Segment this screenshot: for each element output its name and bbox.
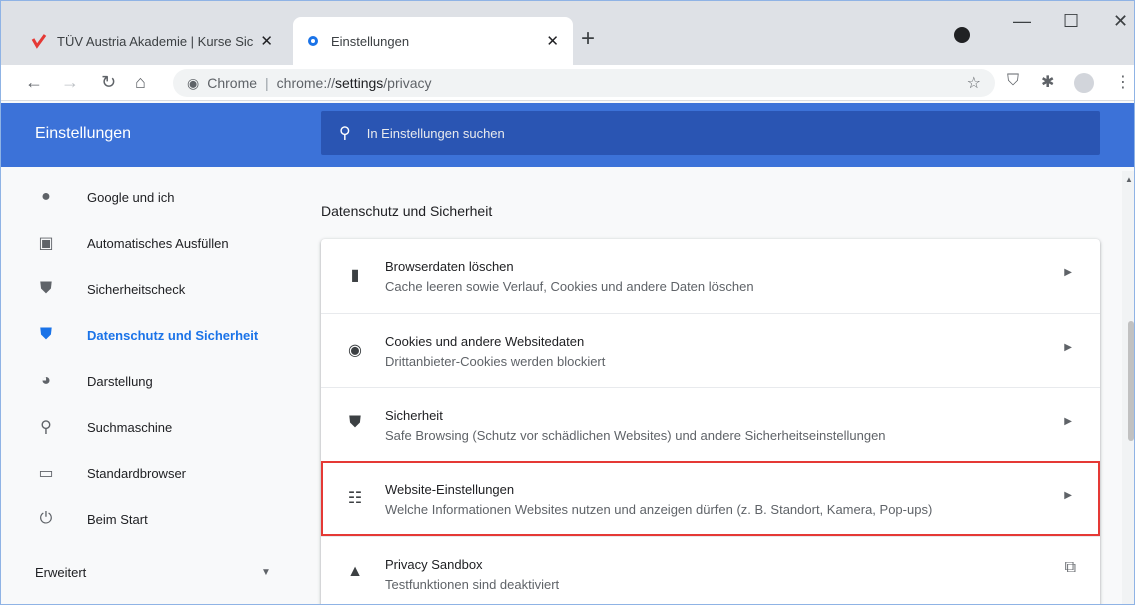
row-privacy-sandbox[interactable]: ▲ Privacy Sandbox Testfunktionen sind de… bbox=[321, 537, 1100, 604]
settings-header: Einstellungen ⚲ bbox=[1, 103, 1134, 167]
address-chip: Chrome bbox=[207, 75, 258, 91]
sidebar-item-label: Darstellung bbox=[87, 373, 153, 389]
extension-shield-icon[interactable]: ⛉ bbox=[1007, 72, 1019, 90]
window-close-button[interactable]: ✕ bbox=[1113, 11, 1128, 32]
sidebar-item-safety-check[interactable]: ⛊ Sicherheitscheck bbox=[1, 267, 291, 311]
avatar[interactable] bbox=[1074, 73, 1094, 93]
new-tab-button[interactable]: + bbox=[581, 25, 595, 53]
maximize-button[interactable]: ☐ bbox=[1063, 11, 1079, 32]
sidebar-item-label: Sicherheitscheck bbox=[87, 281, 186, 297]
row-title: Privacy Sandbox bbox=[385, 557, 483, 572]
page-title: Einstellungen bbox=[35, 125, 132, 142]
chrome-logo-icon: ◉ bbox=[187, 74, 200, 91]
flask-icon: ▲ bbox=[347, 563, 363, 580]
sidebar-item-on-startup[interactable]: ⏻ Beim Start bbox=[1, 497, 291, 541]
address-separator: | bbox=[265, 75, 269, 91]
tab-tuv-austria[interactable]: TÜV Austria Akademie | Kurse Sic ✕ bbox=[19, 17, 287, 65]
tuv-logo-icon bbox=[31, 34, 47, 49]
sidebar-item-search-engine[interactable]: ⚲ Suchmaschine bbox=[1, 405, 291, 449]
tab-label: TÜV Austria Akademie | Kurse Sic bbox=[57, 33, 253, 49]
row-subtitle: Drittanbieter-Cookies werden blockiert bbox=[385, 354, 606, 369]
reload-icon[interactable]: ↻ bbox=[101, 72, 116, 93]
search-icon: ⚲ bbox=[40, 419, 52, 436]
minimize-button[interactable]: — bbox=[1013, 11, 1031, 32]
browser-window: TÜV Austria Akademie | Kurse Sic ✕ Einst… bbox=[0, 0, 1135, 605]
browser-toolbar: ← → ↻ ⌂ ◉ Chrome | chrome://settings/pri… bbox=[1, 65, 1134, 101]
row-title: Sicherheit bbox=[385, 408, 443, 423]
profile-indicator-icon[interactable] bbox=[954, 27, 970, 43]
row-security[interactable]: ⛊ Sicherheit Safe Browsing (Schutz vor s… bbox=[321, 388, 1100, 462]
sidebar-item-appearance[interactable]: ◕ Darstellung bbox=[1, 359, 291, 403]
tab-label: Einstellungen bbox=[331, 33, 410, 49]
sidebar-item-label: Suchmaschine bbox=[87, 419, 173, 435]
back-arrow-icon[interactable]: ← bbox=[25, 72, 43, 93]
cookie-icon: ◉ bbox=[348, 342, 362, 359]
close-tab-icon[interactable]: ✕ bbox=[546, 32, 559, 50]
address-url: chrome://settings/privacy bbox=[276, 75, 432, 91]
sidebar-item-default-browser[interactable]: ▭ Standardbrowser bbox=[1, 451, 291, 495]
chevron-down-icon[interactable]: ▼ bbox=[261, 567, 271, 578]
palette-icon: ◕ bbox=[41, 372, 51, 389]
shield-icon: ⛊ bbox=[348, 414, 361, 431]
row-subtitle: Safe Browsing (Schutz vor schädlichen We… bbox=[385, 428, 886, 443]
row-site-settings[interactable]: ☷ Website-Einstellungen Welche Informati… bbox=[321, 462, 1100, 536]
shield-check-icon: ⛊ bbox=[39, 280, 52, 297]
row-title: Browserdaten löschen bbox=[385, 259, 514, 274]
home-icon[interactable]: ⌂ bbox=[135, 72, 146, 93]
advanced-toggle[interactable]: Erweitert bbox=[35, 565, 86, 580]
power-icon: ⏻ bbox=[39, 510, 53, 527]
gear-icon bbox=[308, 36, 318, 46]
shield-icon: ⛊ bbox=[39, 326, 52, 343]
row-subtitle: Cache leeren sowie Verlauf, Cookies und … bbox=[385, 279, 754, 294]
row-title: Cookies und andere Websitedaten bbox=[385, 334, 585, 349]
sidebar-item-google-und-ich[interactable]: ● Google und ich bbox=[1, 175, 291, 219]
search-icon: ⚲ bbox=[339, 125, 351, 142]
tab-strip: TÜV Austria Akademie | Kurse Sic ✕ Einst… bbox=[1, 1, 1134, 65]
row-subtitle: Welche Informationen Websites nutzen und… bbox=[385, 502, 933, 517]
person-icon: ● bbox=[41, 188, 51, 205]
sidebar-item-privacy[interactable]: ⛊ Datenschutz und Sicherheit bbox=[1, 313, 291, 357]
sidebar-item-label: Automatisches Ausfüllen bbox=[87, 235, 229, 251]
tune-icon: ☷ bbox=[347, 490, 363, 507]
chevron-right-icon: ▶ bbox=[1064, 416, 1072, 427]
menu-kebab-icon[interactable]: ⋮ bbox=[1115, 72, 1131, 92]
row-subtitle: Testfunktionen sind deaktiviert bbox=[385, 577, 560, 592]
scroll-up-icon[interactable]: ▲ bbox=[1125, 175, 1133, 184]
search-input[interactable] bbox=[366, 125, 967, 141]
bookmark-star-icon[interactable]: ☆ bbox=[967, 73, 981, 93]
close-tab-icon[interactable]: ✕ bbox=[260, 32, 273, 50]
row-clear-browsing-data[interactable]: ▮ Browserdaten löschen Cache leeren sowi… bbox=[321, 239, 1100, 313]
extensions-puzzle-icon[interactable]: ✱ bbox=[1041, 72, 1054, 92]
open-external-icon: ⧉ bbox=[1064, 559, 1076, 576]
sidebar-item-autofill[interactable]: ▣ Automatisches Ausfüllen bbox=[1, 221, 291, 265]
section-title: Datenschutz und Sicherheit bbox=[321, 203, 493, 219]
privacy-card: ▮ Browserdaten löschen Cache leeren sowi… bbox=[321, 239, 1100, 604]
sidebar-item-label: Google und ich bbox=[87, 189, 175, 205]
chevron-right-icon: ▶ bbox=[1064, 267, 1072, 278]
chevron-right-icon: ▶ bbox=[1064, 342, 1072, 353]
sidebar-item-label: Beim Start bbox=[87, 511, 148, 527]
clipboard-icon: ▣ bbox=[38, 235, 54, 252]
address-bar[interactable]: ◉ Chrome | chrome://settings/privacy ☆ bbox=[173, 69, 995, 97]
row-title: Website-Einstellungen bbox=[385, 482, 515, 497]
sidebar-item-label: Datenschutz und Sicherheit bbox=[87, 327, 259, 343]
tab-einstellungen[interactable]: Einstellungen ✕ bbox=[293, 17, 573, 65]
row-cookies[interactable]: ◉ Cookies und andere Websitedaten Dritta… bbox=[321, 314, 1100, 388]
sidebar: ● Google und ich ▣ Automatisches Ausfüll… bbox=[1, 171, 291, 604]
sidebar-item-label: Standardbrowser bbox=[87, 465, 186, 481]
settings-search[interactable]: ⚲ bbox=[321, 111, 1100, 155]
forward-arrow-icon[interactable]: → bbox=[61, 72, 79, 93]
scrollbar-thumb[interactable] bbox=[1128, 321, 1134, 441]
trash-icon: ▮ bbox=[350, 267, 360, 284]
browser-icon: ▭ bbox=[38, 465, 54, 482]
chevron-right-icon: ▶ bbox=[1064, 490, 1072, 501]
